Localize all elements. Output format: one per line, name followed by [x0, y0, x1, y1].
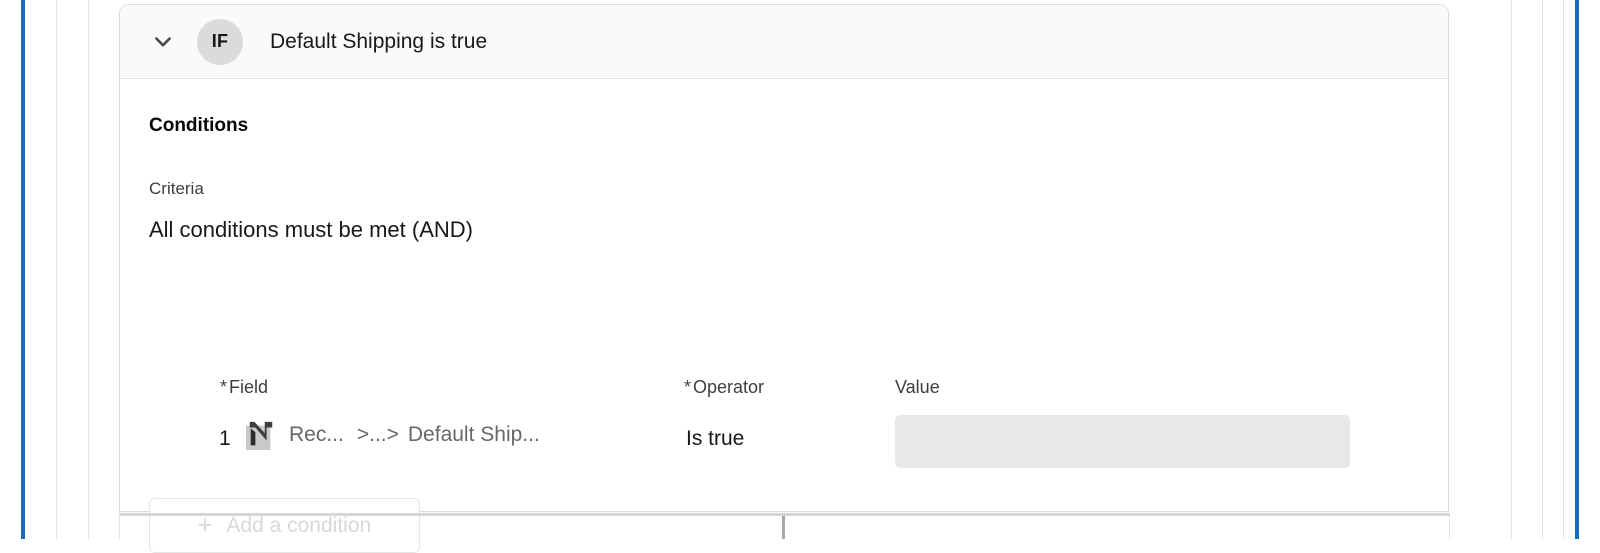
column-header-field: * Field [220, 377, 268, 398]
conditions-section-title: Conditions [149, 115, 249, 136]
field-required-marker: * [220, 377, 228, 397]
screen-canvas: IF Default Shipping is true Conditions C… [0, 0, 1600, 553]
footer-left-edge [119, 516, 120, 539]
operator-column-label: Operator [693, 377, 765, 397]
add-condition-button[interactable]: + Add a condition [149, 498, 420, 553]
criteria-value: All conditions must be met (AND) [149, 217, 473, 242]
right-divider-2 [1542, 0, 1543, 539]
right-divider-3 [1563, 0, 1564, 539]
condition-operator-combobox[interactable]: Is true [686, 427, 744, 451]
condition-value-input[interactable] [895, 415, 1350, 468]
decision-outcome-card: IF Default Shipping is true Conditions C… [119, 4, 1449, 553]
outcome-title: Default Shipping is true [270, 29, 488, 53]
left-divider-2 [88, 0, 89, 539]
condition-field-separator: >...> [356, 423, 399, 446]
right-divider-1 [1511, 0, 1512, 539]
chevron-down-icon[interactable] [148, 27, 178, 57]
column-header-value: Value [895, 377, 940, 398]
if-badge: IF [197, 18, 243, 65]
record-variable-icon [246, 421, 273, 450]
add-condition-label: Add a condition [226, 513, 372, 537]
outcome-body: Conditions Criteria All conditions must … [120, 79, 1448, 553]
condition-field-root: Rec... [289, 423, 344, 446]
field-column-label: Field [229, 377, 269, 397]
condition-field-leaf: Default Ship... [407, 423, 540, 446]
column-header-operator: * Operator [684, 377, 764, 398]
operator-required-marker: * [684, 377, 692, 397]
condition-row-index: 1 [219, 427, 231, 450]
outcome-header[interactable]: IF Default Shipping is true [120, 5, 1448, 79]
value-column-label: Value [895, 377, 940, 397]
condition-field-combobox[interactable]: Rec... >...> Default Ship... [246, 420, 540, 450]
footer-column-divider [782, 516, 785, 539]
footer-right-edge [1449, 516, 1450, 539]
plus-icon: + [197, 511, 213, 539]
left-divider-1 [56, 0, 57, 539]
left-accent-rail [21, 0, 25, 539]
right-accent-rail [1575, 0, 1579, 539]
criteria-label: Criteria [149, 179, 204, 198]
